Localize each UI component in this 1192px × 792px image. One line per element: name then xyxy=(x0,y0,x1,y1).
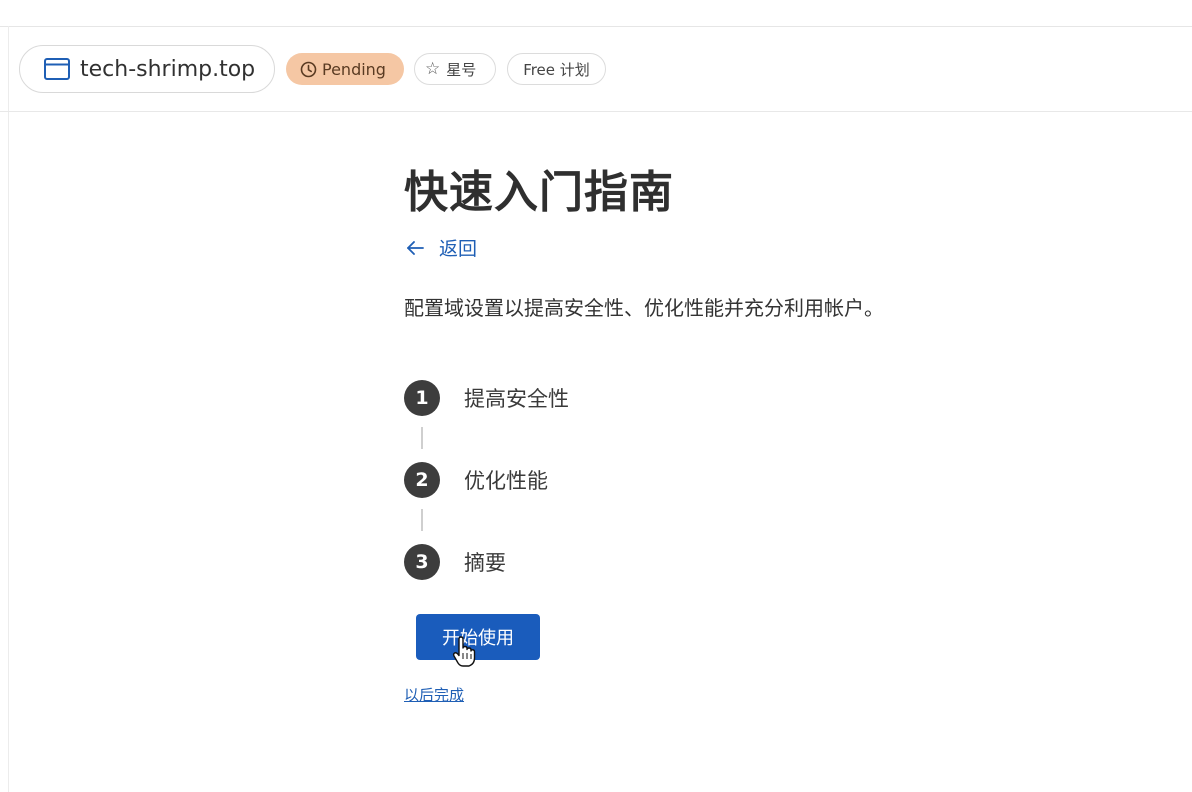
step-number: 1 xyxy=(404,380,440,416)
plan-badge[interactable]: Free 计划 xyxy=(507,53,606,85)
page-description: 配置域设置以提高安全性、优化性能并充分利用帐户。 xyxy=(404,296,884,320)
back-label: 返回 xyxy=(439,238,478,260)
domain-selector[interactable]: tech-shrimp.top xyxy=(19,45,275,93)
star-button[interactable]: ☆ 星号 xyxy=(414,53,496,85)
top-divider xyxy=(0,26,1192,27)
step-number: 3 xyxy=(404,544,440,580)
back-link[interactable]: 返回 xyxy=(405,234,477,261)
page-title: 快速入门指南 xyxy=(404,167,674,218)
step-label: 提高安全性 xyxy=(464,387,569,411)
status-badge[interactable]: Pending xyxy=(286,53,404,85)
star-label: 星号 xyxy=(446,60,477,79)
hand-cursor-icon xyxy=(452,636,476,668)
star-outline-icon: ☆ xyxy=(425,59,441,79)
step-label: 摘要 xyxy=(464,551,506,575)
header-divider xyxy=(0,111,1192,112)
get-started-button[interactable]: 开始使用 xyxy=(416,614,540,660)
step-1: 1 提高安全性 xyxy=(404,380,569,416)
left-divider xyxy=(8,26,9,792)
finish-later-link[interactable]: 以后完成 xyxy=(404,684,464,705)
plan-label: Free 计划 xyxy=(523,60,590,79)
domain-name: tech-shrimp.top xyxy=(80,56,256,82)
status-label: Pending xyxy=(322,59,386,79)
step-3: 3 摘要 xyxy=(404,544,506,580)
step-connector xyxy=(421,509,423,531)
step-number: 2 xyxy=(404,462,440,498)
quick-start-page: tech-shrimp.top Pending ☆ 星号 Free 计划 快速入… xyxy=(0,0,1192,792)
step-2: 2 优化性能 xyxy=(404,462,548,498)
step-label: 优化性能 xyxy=(464,469,548,493)
clock-icon xyxy=(300,61,317,78)
arrow-left-icon xyxy=(405,238,425,258)
browser-window-icon xyxy=(44,58,70,80)
step-connector xyxy=(421,427,423,449)
